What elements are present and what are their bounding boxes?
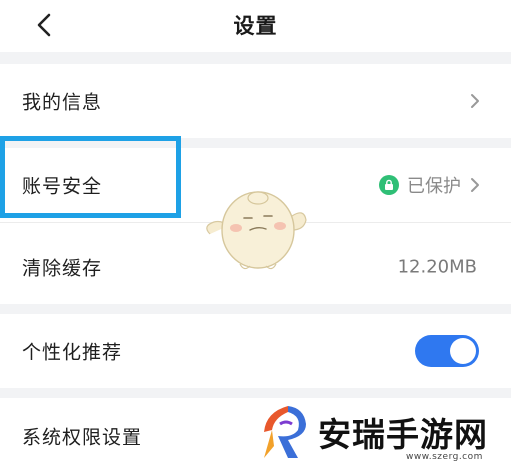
row-personalized-recommendation: 个性化推荐 xyxy=(0,314,511,388)
row-label: 我的信息 xyxy=(22,91,103,114)
section-gap xyxy=(0,304,511,314)
section-gap xyxy=(0,52,511,64)
row-label: 清除缓存 xyxy=(22,257,103,280)
cache-size: 12.20MB xyxy=(397,256,477,278)
toggle-knob xyxy=(450,338,476,364)
mascot-illustration xyxy=(206,191,307,270)
chevron-right-icon xyxy=(471,178,479,192)
watermark: 安瑞手游网 www.szerg.com xyxy=(258,402,508,466)
watermark-url: www.szerg.com xyxy=(406,452,483,462)
page-title: 设置 xyxy=(233,14,278,38)
security-status: 已保护 xyxy=(407,176,461,197)
top-bar: 设置 xyxy=(0,0,511,52)
watermark-text: 安瑞手游网 xyxy=(318,415,488,454)
section-gap xyxy=(0,388,511,398)
chevron-right-icon xyxy=(471,94,479,108)
row-label: 个性化推荐 xyxy=(22,341,123,364)
watermark-logo-icon xyxy=(264,406,306,458)
section-gap xyxy=(0,138,511,148)
row-my-info[interactable]: 我的信息 xyxy=(0,64,511,138)
lock-icon xyxy=(379,175,399,195)
row-label: 账号安全 xyxy=(22,175,103,198)
row-label: 系统权限设置 xyxy=(22,426,143,449)
recommendation-toggle[interactable] xyxy=(415,335,479,367)
